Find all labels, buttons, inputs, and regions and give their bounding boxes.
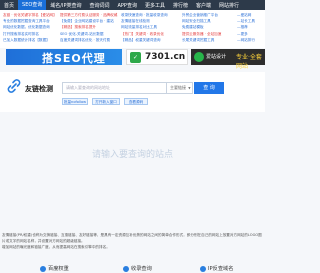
tool-icon xyxy=(200,265,206,272)
related-tool-index-query[interactable]: 收录查询 xyxy=(123,265,152,272)
nav-app[interactable]: APP查询 xyxy=(114,2,141,9)
nav-home[interactable]: 首页 xyxy=(0,2,18,9)
description-paragraph: 友情链接(PR/权重)也称为交换链接、互惠链接、友好链接等，是具有一定资源互补优… xyxy=(2,233,262,243)
ad-link[interactable]: 网站优化数据，优化数据查询 xyxy=(3,24,57,30)
related-tool-label: IP反查域名 xyxy=(208,266,234,272)
ad-column-2: 提供第三方付费认证服务 · 品牌权威 【免费】企业网站建设平台 · 建站 【精选… xyxy=(60,12,118,43)
related-tool-baidu-weight[interactable]: 百度权重 xyxy=(40,265,69,272)
ad-links-area: 友链 · 优化关键字排名【爱站网】 专业的数据挖掘查询工具平台 网站优化数据，优… xyxy=(0,10,265,48)
link-type-select[interactable]: 主要链接 ▼ xyxy=(167,82,193,94)
tool-panel: 友链检测 请输入要查询的网站地址 主要链接 ▼ 查 询 批量nofollow 打… xyxy=(0,72,265,112)
nav-site-rank[interactable]: 网站排行 xyxy=(215,2,243,9)
chevron-down-icon: ▼ xyxy=(188,86,191,90)
banner-text: 爱站设计 xyxy=(206,54,227,60)
description-paragraph: 增加网站的曝光度和链接广度，从而提高网站在搜索引擎中的排名。 xyxy=(2,245,110,249)
ad-link[interactable]: 百度关键词排名优化 · 按天付费 xyxy=(60,37,118,43)
ad-column-4: 外贸企业营销推广平台 网站安全扫描工具 免费建站模板 提供云服务器 · 全站加速… xyxy=(182,12,234,43)
select-value: 主要链接 xyxy=(170,85,186,90)
banner-text: 搭SEO代理 xyxy=(42,52,106,65)
seo-agent-banner[interactable]: 搭SEO代理 xyxy=(6,49,122,65)
search-input[interactable]: 请输入要查询的网站地址 xyxy=(62,82,167,94)
link-icon xyxy=(7,79,21,93)
banner-text: 7301.cn xyxy=(145,52,186,62)
related-tool-label: 收录查询 xyxy=(131,266,152,272)
ad-column-1: 友链 · 优化关键字排名【爱站网】 专业的数据挖掘查询工具平台 网站优化数据，优… xyxy=(3,12,57,43)
nav-domain-ip[interactable]: 域名/IP类查询 xyxy=(46,2,85,9)
banner-logo-icon xyxy=(194,52,204,62)
nav-keyword[interactable]: 查询词词 xyxy=(85,2,113,9)
ad-link[interactable]: 已加入数据统计排名【数据】 xyxy=(3,37,57,43)
7301-banner[interactable]: ✓ 7301.cn xyxy=(126,49,188,65)
design-banner[interactable]: 爱站设计 专业·全套网站 xyxy=(191,49,265,70)
ad-link[interactable]: 【精品】权重关键词查询 xyxy=(121,37,179,43)
related-tool-ip-reverse[interactable]: IP反查域名 xyxy=(200,265,233,272)
new-window-button[interactable]: 打开新入窗口 xyxy=(92,98,120,105)
tool-icon xyxy=(40,265,46,272)
ad-link[interactable]: —网站排行 xyxy=(237,37,265,43)
ad-column-3: 收录快速查询 · 批量收录查询 友情链接在线检测 网站流量排名对比工具 【热门】… xyxy=(121,12,179,43)
top-navigation: 首页 SEO查询 域名/IP类查询 查询词词 APP查询 更多工具 排行榜 客户… xyxy=(0,0,265,10)
banner-row: 搭SEO代理 ✓ 7301.cn 爱站设计 专业·全套网站 xyxy=(0,48,265,70)
ad-column-5: —爱站网 —站长工具 —推荐 —更多 —网站排行 xyxy=(237,12,265,43)
description: 友情链接(PR/权重)也称为交换链接、互惠链接、友好链接等，是具有一定资源互补优… xyxy=(2,232,262,250)
banner-text: 专业·全套网站 xyxy=(236,54,262,70)
related-tool-label: 百度权重 xyxy=(48,266,69,272)
nav-ranking[interactable]: 排行榜 xyxy=(169,2,192,9)
ad-link[interactable]: 长尾关键词挖掘工具 xyxy=(182,37,234,43)
view-source-button[interactable]: 查看源码 xyxy=(124,98,148,105)
nav-seo-query[interactable]: SEO查询 xyxy=(18,0,47,10)
tool-icon xyxy=(123,265,129,272)
empty-state-message: 请输入要查询的站点 xyxy=(91,150,173,160)
nav-more-tools[interactable]: 更多工具 xyxy=(141,2,169,9)
search-button[interactable]: 查 询 xyxy=(194,82,224,94)
page-title: 友链检测 xyxy=(25,85,53,93)
nav-client[interactable]: 客户端 xyxy=(192,2,215,9)
nofollow-button[interactable]: 批量nofollow xyxy=(62,98,88,105)
related-tools: 百度权重 收录查询 IP反查域名 xyxy=(0,264,265,273)
banner-logo-icon: ✓ xyxy=(130,52,141,63)
